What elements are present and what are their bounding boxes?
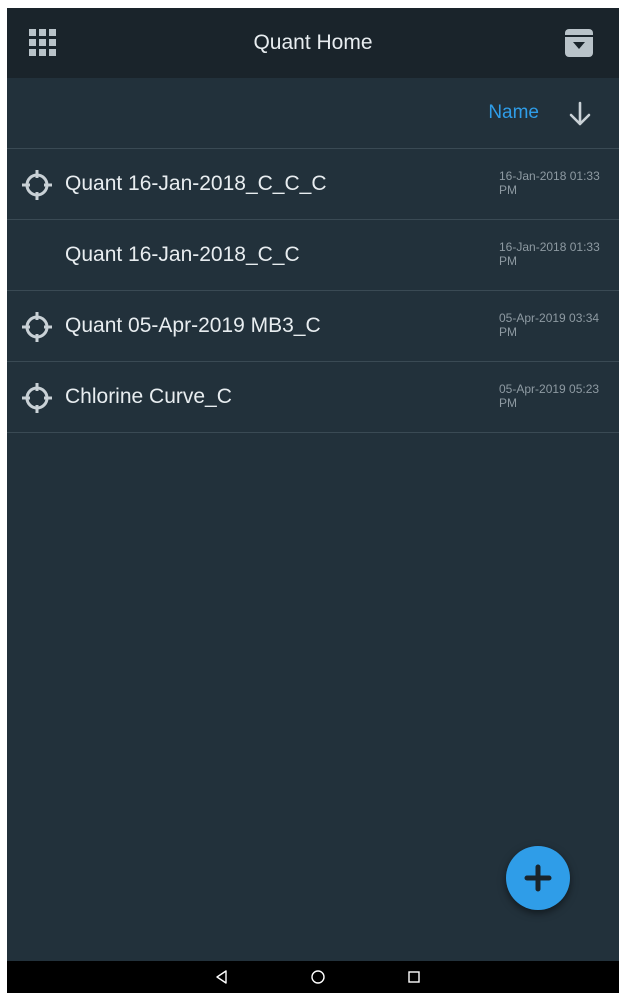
item-date-line1: 05-Apr-2019 05:23: [499, 382, 600, 396]
arrow-down-icon[interactable]: [566, 100, 594, 128]
app-screen: Quant Home Name Quant 16-Jan-2018_C_C_C …: [7, 8, 619, 993]
item-name: Chlorine Curve_C: [65, 385, 232, 408]
sort-bar: Name: [7, 78, 619, 149]
item-name: Quant 16-Jan-2018_C_C_C: [65, 172, 327, 195]
app-bar: Quant Home: [7, 8, 619, 78]
item-date-line2: PM: [499, 325, 517, 339]
item-date-line2: PM: [499, 183, 517, 197]
item-date: 16-Jan-2018 01:33 PM: [499, 169, 617, 197]
item-date-line1: 16-Jan-2018 01:33: [499, 240, 600, 254]
item-date: 16-Jan-2018 01:33 PM: [499, 240, 617, 268]
back-triangle-icon: [216, 970, 227, 984]
item-date: 05-Apr-2019 03:34 PM: [499, 311, 617, 339]
item-date-line1: 05-Apr-2019 03:34: [499, 311, 600, 325]
item-date-line2: PM: [499, 254, 517, 268]
home-button[interactable]: [298, 961, 338, 993]
target-icon: [21, 169, 53, 201]
sort-by-name-button[interactable]: Name: [488, 78, 539, 148]
item-date-line2: PM: [499, 396, 517, 410]
add-button[interactable]: [506, 846, 570, 910]
back-button[interactable]: [202, 961, 242, 993]
recents-button[interactable]: [394, 961, 434, 993]
archive-download-icon[interactable]: [563, 27, 595, 59]
quant-list: Quant 16-Jan-2018_C_C_C 16-Jan-2018 01:3…: [7, 149, 619, 433]
home-circle-icon: [311, 970, 325, 984]
list-item[interactable]: Chlorine Curve_C 05-Apr-2019 05:23 PM: [7, 362, 619, 433]
plus-icon: [524, 864, 552, 892]
item-name: Quant 16-Jan-2018_C_C: [65, 243, 300, 266]
list-item[interactable]: Quant 16-Jan-2018_C_C 16-Jan-2018 01:33 …: [7, 220, 619, 291]
target-icon: [21, 382, 53, 414]
item-date-line1: 16-Jan-2018 01:33: [499, 169, 600, 183]
item-date: 05-Apr-2019 05:23 PM: [499, 382, 617, 410]
page-title: Quant Home: [253, 31, 373, 54]
list-item[interactable]: Quant 05-Apr-2019 MB3_C 05-Apr-2019 03:3…: [7, 291, 619, 362]
list-item[interactable]: Quant 16-Jan-2018_C_C_C 16-Jan-2018 01:3…: [7, 149, 619, 220]
target-icon: [21, 311, 53, 343]
recents-square-icon: [408, 971, 420, 983]
item-name: Quant 05-Apr-2019 MB3_C: [65, 314, 321, 337]
system-nav-bar: [7, 961, 619, 993]
